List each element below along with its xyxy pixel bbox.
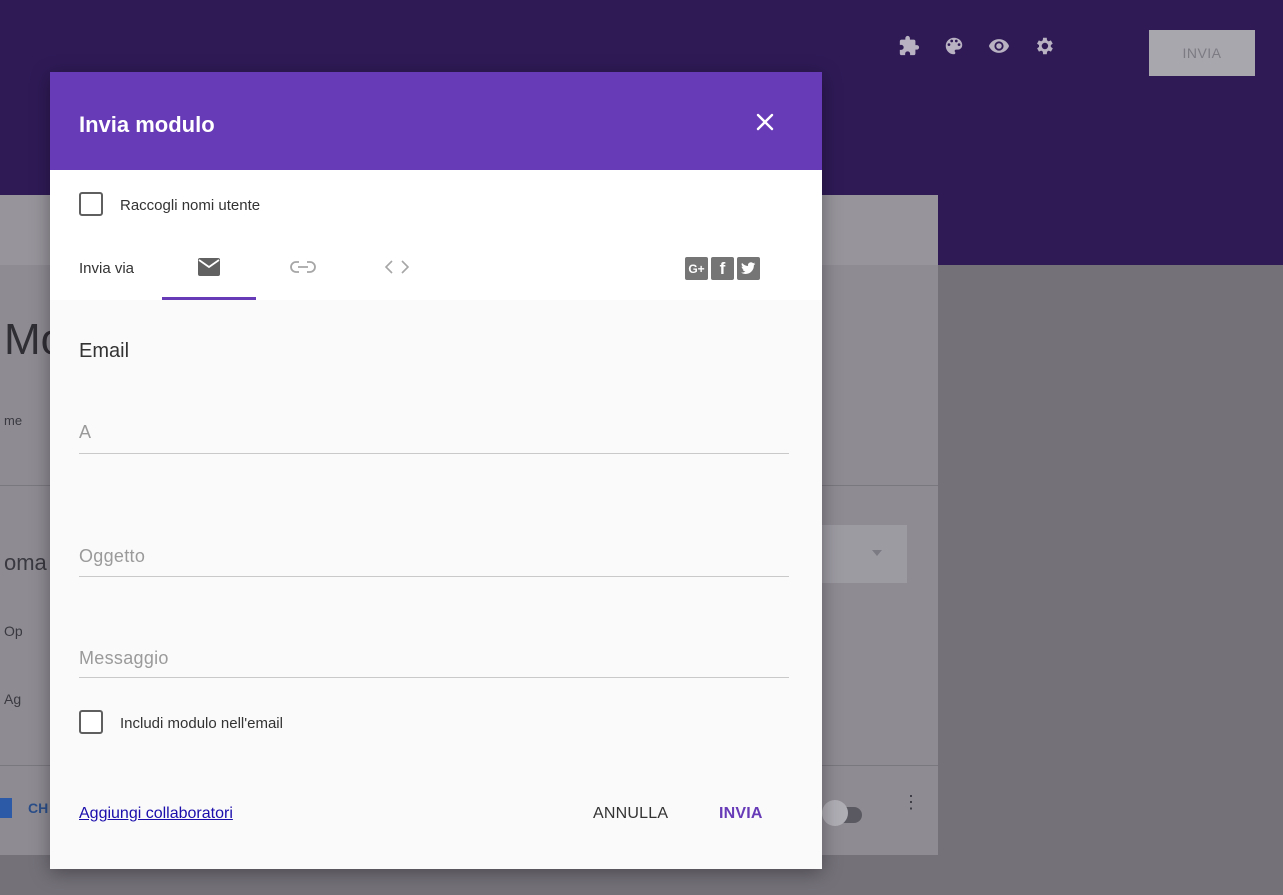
add-option-fragment: Ag [4, 691, 22, 707]
question-fragment: oma [4, 550, 47, 575]
send-button-top[interactable]: INVIA [1149, 30, 1255, 76]
send-form-dialog: Invia modulo Raccogli nomi utente Invia … [50, 72, 822, 869]
to-field[interactable]: A [79, 414, 789, 454]
puzzle-icon[interactable] [897, 34, 921, 58]
twitter-icon[interactable] [737, 257, 760, 280]
message-field[interactable]: Messaggio [79, 640, 789, 678]
subject-placeholder: Oggetto [79, 546, 146, 566]
eye-icon[interactable] [987, 34, 1011, 58]
header-toolbar [897, 34, 1056, 58]
tab-email[interactable] [162, 238, 256, 300]
add-collaborators-link[interactable]: Aggiungi collaboratori [79, 805, 233, 823]
form-name-fragment: me [4, 413, 23, 428]
dialog-header: Invia modulo [50, 72, 822, 170]
send-button[interactable]: INVIA [719, 805, 763, 823]
dialog-top-section: Raccogli nomi utente Invia via G+ f [50, 170, 822, 300]
send-via-label: Invia via [79, 260, 135, 277]
collect-usernames-checkbox[interactable] [79, 192, 103, 216]
option-fragment: Op [4, 623, 23, 639]
question-type-dropdown [822, 525, 907, 583]
cancel-button[interactable]: ANNULLA [593, 805, 668, 823]
close-icon[interactable] [753, 110, 777, 134]
gear-icon[interactable] [1032, 34, 1056, 58]
tab-embed[interactable] [350, 238, 444, 300]
facebook-icon[interactable]: f [711, 257, 734, 280]
collect-usernames-label: Raccogli nomi utente [120, 197, 261, 214]
palette-icon[interactable] [942, 34, 966, 58]
mail-icon [197, 257, 221, 282]
include-form-label: Includi modulo nell'email [120, 715, 283, 732]
checkbox-fragment-icon [0, 798, 12, 818]
message-placeholder: Messaggio [79, 648, 169, 668]
subject-field[interactable]: Oggetto [79, 536, 789, 577]
link-icon [290, 260, 316, 279]
google-plus-icon[interactable]: G+ [685, 257, 708, 280]
code-icon [383, 259, 411, 280]
to-placeholder: A [79, 422, 92, 442]
chevron-down-icon [872, 550, 882, 556]
section-title-email: Email [79, 340, 130, 362]
dialog-title: Invia modulo [79, 112, 215, 137]
include-form-checkbox[interactable] [79, 710, 103, 734]
tab-link[interactable] [256, 238, 350, 300]
toggle-knob [822, 800, 848, 826]
checkbox-label-fragment: CH [28, 800, 49, 816]
more-vert-icon: ⋮ [902, 792, 920, 812]
